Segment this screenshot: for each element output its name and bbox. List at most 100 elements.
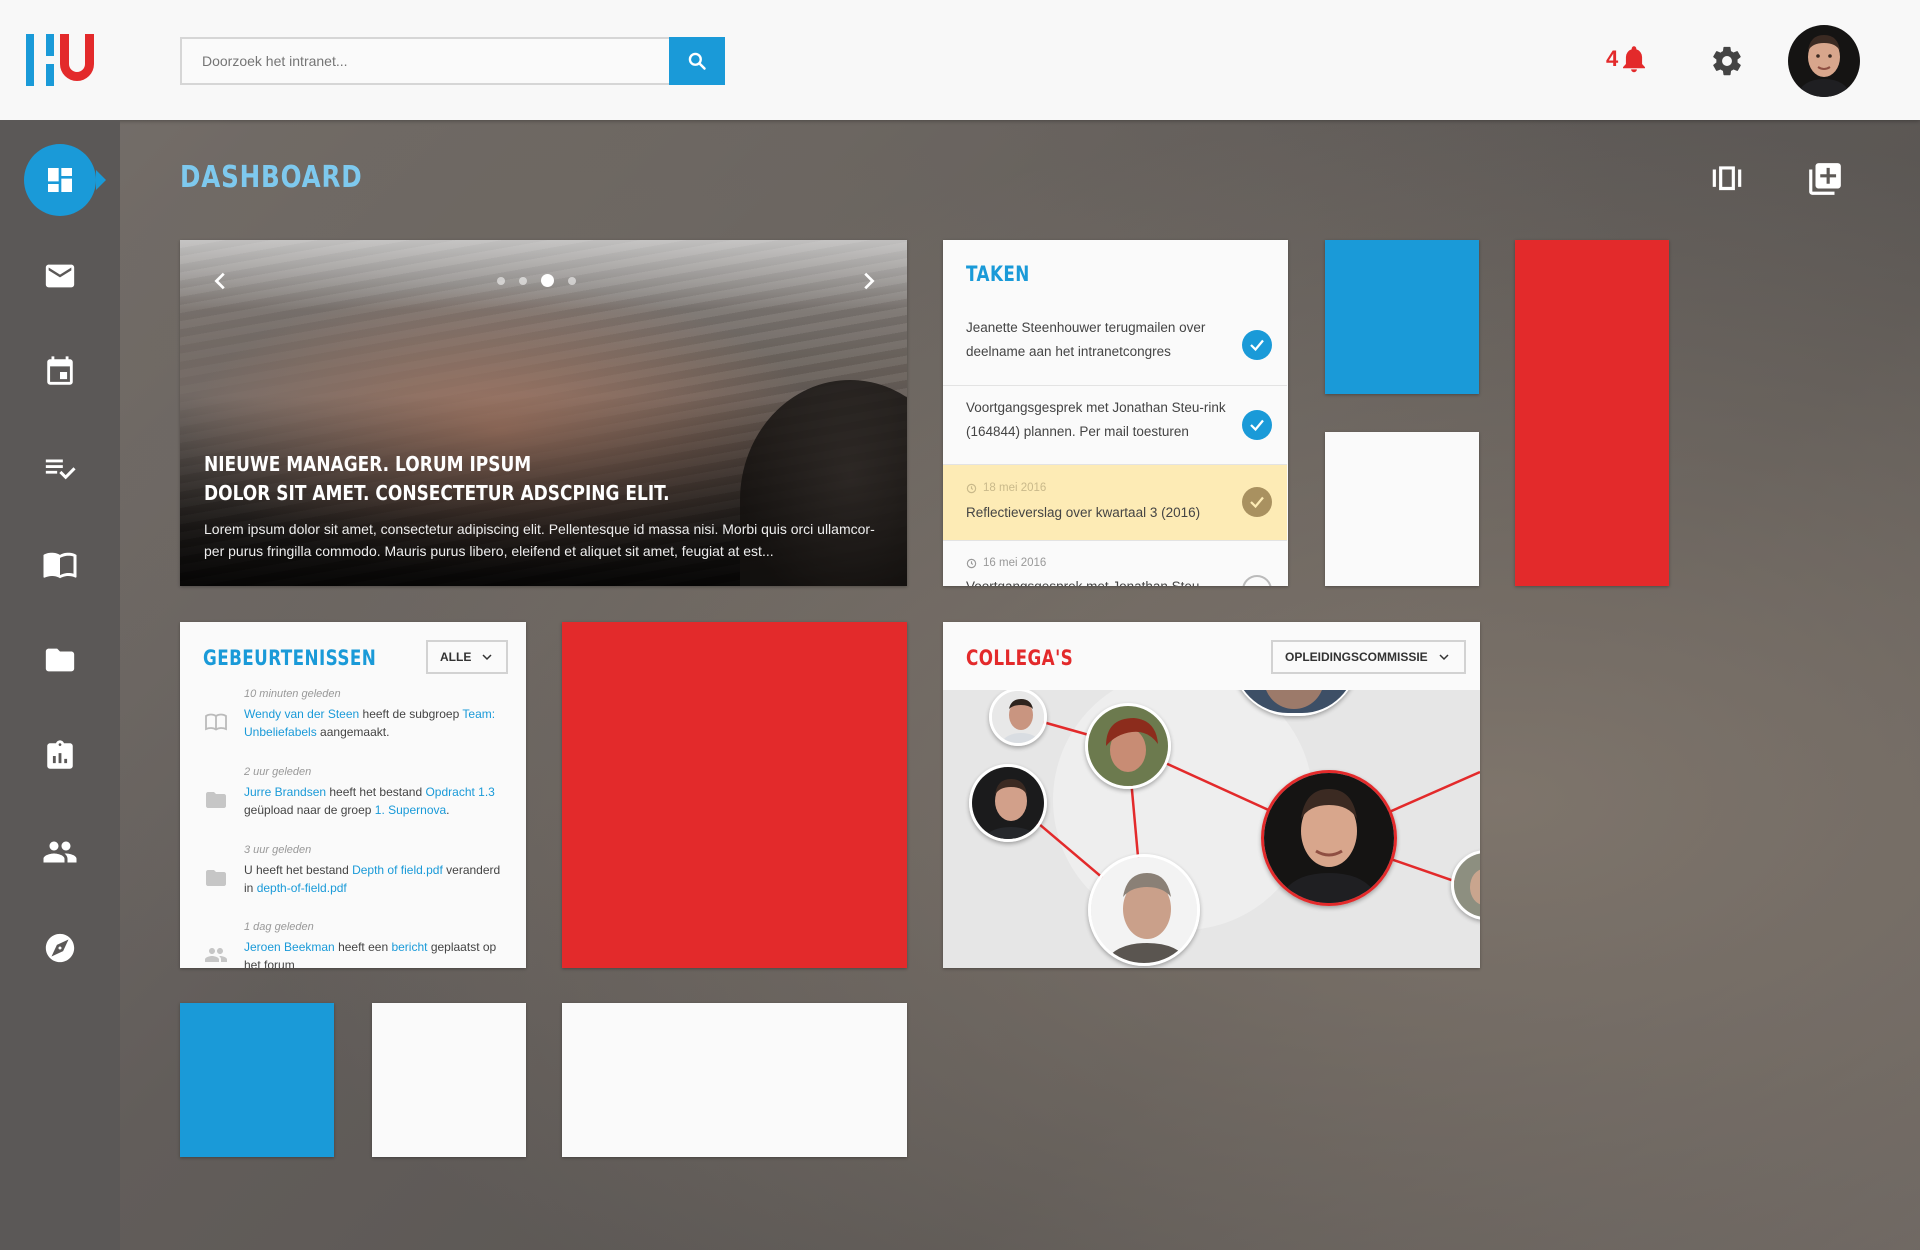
sidebar-item-tasks[interactable] <box>24 432 96 504</box>
task-date: 18 mei 2016 <box>966 482 1046 494</box>
sidebar-item-library[interactable] <box>24 528 96 600</box>
colleague-avatar[interactable] <box>989 690 1047 746</box>
task-item[interactable]: Jeanette Steenhouwer terugmailen over de… <box>943 306 1287 385</box>
tile-blue-small[interactable] <box>180 1003 334 1157</box>
event-text: Jurre Brandsen heeft het bestand Opdrach… <box>244 783 509 819</box>
task-date-text: 16 mei 2016 <box>983 557 1047 569</box>
event-text-part: heeft het bestand <box>326 785 426 799</box>
colleague-network[interactable] <box>943 690 1480 968</box>
event-text: Wendy van der Steen heeft de subgroep Te… <box>244 705 509 741</box>
task-text: Voortgangsgesprek met Jonathan Steu-rink… <box>966 400 1226 439</box>
task-item-highlighted[interactable]: 18 mei 2016 Reflectieverslag over kwarta… <box>943 464 1287 540</box>
carousel-prev-button[interactable] <box>210 270 234 294</box>
tile-red-large[interactable] <box>562 622 907 968</box>
tile-blue[interactable] <box>1325 240 1479 394</box>
event-link[interactable]: Wendy van der Steen <box>244 707 359 721</box>
event-text: Jeroen Beekman heeft een bericht geplaat… <box>244 938 509 968</box>
task-item[interactable]: 16 mei 2016 Voortgangsgesprek met Jonath… <box>943 540 1287 586</box>
news-carousel[interactable]: Nieuwe manager. Lorum ipsum dolor sit am… <box>180 240 907 586</box>
view-toggle-button[interactable] <box>1708 160 1746 203</box>
hero-title[interactable]: Nieuwe manager. Lorum ipsum dolor sit am… <box>204 450 757 508</box>
folder-icon <box>204 866 228 895</box>
sidebar-item-reports[interactable] <box>24 720 96 792</box>
carousel-view-icon <box>1712 166 1742 191</box>
search-button[interactable] <box>669 37 725 85</box>
sidebar-item-files[interactable] <box>24 624 96 696</box>
carousel-dot[interactable] <box>568 276 576 285</box>
task-item[interactable]: Voortgangsgesprek met Jonathan Steu-rink… <box>943 385 1287 464</box>
sidebar-item-calendar[interactable] <box>24 336 96 408</box>
tile-white[interactable] <box>1325 432 1479 586</box>
event-link[interactable]: bericht <box>391 940 427 954</box>
colleague-avatar[interactable] <box>1085 703 1171 789</box>
task-text: Voortgangsgesprek met Jonathan Steu- <box>966 575 1226 586</box>
task-text: Jeanette Steenhouwer terugmailen over de… <box>966 320 1206 359</box>
carousel-dot-active[interactable] <box>541 274 554 287</box>
task-checkbox-unchecked[interactable] <box>1242 575 1272 586</box>
compass-icon <box>45 933 75 963</box>
event-text-part: heeft een <box>334 940 392 954</box>
hero-summary: Lorem ipsum dolor sit amet, consectetur … <box>204 521 875 559</box>
event-text: U heeft het bestand Depth of field.pdf v… <box>244 861 509 897</box>
event-text-part: aangemaakt. <box>316 725 390 739</box>
book-icon <box>204 710 228 739</box>
carousel-dot[interactable] <box>519 276 527 285</box>
event-time: 10 minuten geleden <box>244 688 341 700</box>
event-link[interactable]: 1. Supernova <box>375 803 446 817</box>
people-icon <box>204 943 228 968</box>
event-link[interactable]: Depth of field.pdf <box>352 863 443 877</box>
search-icon <box>688 52 706 70</box>
add-widget-icon <box>1809 163 1841 195</box>
search-input[interactable] <box>180 37 670 85</box>
event-text-part: U heeft het bestand <box>244 863 353 877</box>
hero-title-line: Nieuwe manager. Lorum ipsum <box>204 452 532 476</box>
carousel-dot[interactable] <box>497 276 505 285</box>
folder-icon <box>204 788 228 817</box>
colleague-avatar[interactable] <box>1088 854 1200 966</box>
events-filter-dropdown[interactable]: ALLE <box>426 640 508 674</box>
tile-white-small[interactable] <box>372 1003 526 1157</box>
colleagues-title: Collega's <box>966 646 1074 670</box>
task-checkbox-checked[interactable] <box>1242 487 1272 517</box>
colleague-avatar-highlighted[interactable] <box>1261 770 1397 906</box>
sidebar-item-people[interactable] <box>24 816 96 888</box>
colleague-avatar[interactable] <box>969 764 1047 842</box>
event-text-part: . <box>446 803 450 817</box>
checklist-icon <box>45 459 76 480</box>
settings-button[interactable] <box>1710 44 1744 83</box>
checkmark-icon <box>1250 419 1264 432</box>
carousel-next-button[interactable] <box>857 270 881 294</box>
checkmark-icon <box>1250 339 1264 352</box>
tasks-widget: Taken Jeanette Steenhouwer terugmailen o… <box>943 240 1288 586</box>
notification-count: 4 <box>1606 46 1619 71</box>
chevron-down-icon <box>1439 654 1449 661</box>
page-title: Dashboard <box>180 160 363 195</box>
event-link[interactable]: depth-of-field.pdf <box>257 881 347 895</box>
hu-logo[interactable] <box>24 30 98 90</box>
sidebar-item-mail[interactable] <box>24 240 96 312</box>
colleagues-filter-dropdown[interactable]: OPLEIDINGSCOMMISSIE <box>1271 640 1466 674</box>
add-widget-button[interactable] <box>1806 160 1844 203</box>
event-link[interactable]: Jeroen Beekman <box>244 940 335 954</box>
task-checkbox-checked[interactable] <box>1242 330 1272 360</box>
clock-icon <box>966 483 977 493</box>
people-icon <box>43 841 77 863</box>
sidebar-item-dashboard[interactable] <box>24 144 106 216</box>
task-text: Reflectieverslag over kwartaal 3 (2016) <box>966 505 1201 520</box>
notifications-button[interactable]: 4 <box>1606 44 1648 74</box>
tile-red-tall[interactable] <box>1515 240 1669 586</box>
checkmark-icon <box>1250 496 1264 509</box>
event-link[interactable]: Opdracht 1.3 <box>425 785 494 799</box>
task-checkbox-checked[interactable] <box>1242 410 1272 440</box>
top-header: 4 <box>0 0 1920 120</box>
events-widget: Gebeurtenissen ALLE 10 minuten geleden W… <box>180 622 526 968</box>
folder-icon <box>45 648 75 672</box>
tile-white-wide[interactable] <box>562 1003 907 1157</box>
sidebar-item-explore[interactable] <box>24 912 96 984</box>
calendar-icon <box>47 356 73 385</box>
events-title: Gebeurtenissen <box>203 646 377 670</box>
user-avatar[interactable] <box>1788 25 1860 97</box>
event-time: 2 uur geleden <box>244 766 312 778</box>
event-link[interactable]: Jurre Brandsen <box>244 785 326 799</box>
clipboard-chart-icon <box>47 740 73 769</box>
